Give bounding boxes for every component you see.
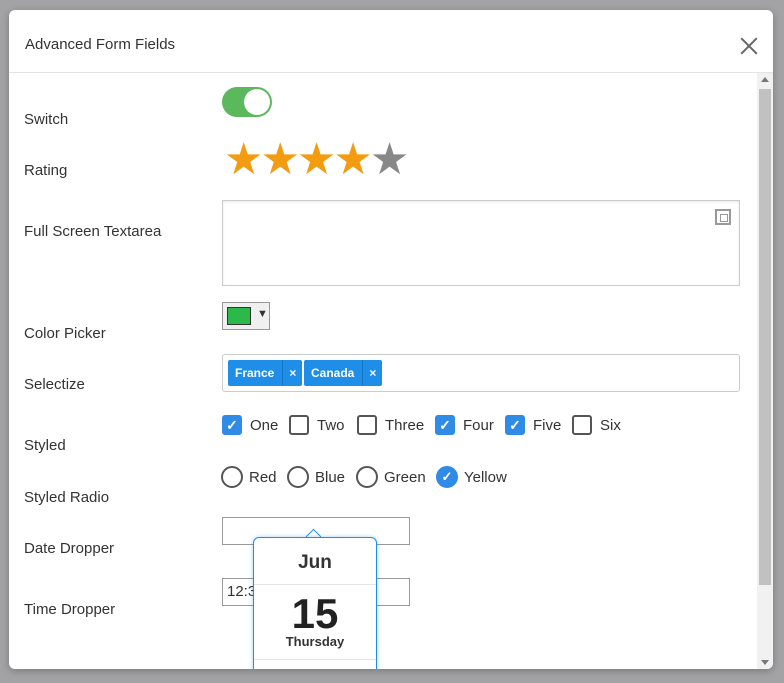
scroll-down-icon[interactable] [761, 660, 769, 665]
radio-label: Red [249, 468, 277, 486]
close-icon[interactable] [737, 34, 761, 58]
tag-label: France [235, 366, 275, 380]
radio-circle [287, 466, 309, 488]
switch-knob [244, 89, 270, 115]
scrollbar[interactable] [757, 73, 773, 669]
date-popup-weekday: Thursday [285, 634, 345, 649]
star-icon[interactable]: ★ [260, 135, 299, 184]
checkbox-label: One [250, 416, 279, 434]
scroll-up-icon[interactable] [761, 77, 769, 82]
star-icon[interactable]: ★ [333, 135, 372, 184]
star-icon[interactable]: ★ [297, 135, 336, 184]
fullscreen-icon[interactable] [715, 209, 731, 225]
checkbox-label: Five [533, 416, 562, 434]
star-rating[interactable]: ★★★★★ [224, 135, 409, 184]
checkbox-four[interactable]: ✓ Four [435, 415, 494, 435]
radio-yellow[interactable]: ✓ Yellow [436, 466, 507, 488]
checkbox-label: Two [317, 416, 345, 434]
checkbox-label: Six [600, 416, 621, 434]
radio-green[interactable]: Green [356, 466, 426, 488]
checkbox-label: Three [385, 416, 425, 434]
radio-circle: ✓ [436, 466, 458, 488]
rating-label: Rating [24, 162, 68, 179]
checkbox-three[interactable]: Three [357, 415, 424, 435]
radio-label: Blue [315, 468, 346, 486]
divider [254, 584, 376, 585]
radio-red[interactable]: Red [221, 466, 277, 488]
styled-label: Styled [24, 437, 66, 454]
date-popup-month[interactable]: Jun [254, 552, 376, 574]
checkbox-five[interactable]: ✓ Five [505, 415, 561, 435]
fullscreen-textarea[interactable] [222, 200, 740, 286]
checkbox-box [289, 415, 309, 435]
modal-title: Advanced Form Fields [25, 36, 176, 53]
remove-tag-icon[interactable]: × [362, 360, 382, 386]
tag-label: Canada [311, 366, 355, 380]
chevron-down-icon: ▼ [257, 308, 268, 320]
checkbox-box: ✓ [505, 415, 525, 435]
tag-chip[interactable]: France × [228, 360, 303, 386]
checkbox-box [357, 415, 377, 435]
scrollbar-thumb[interactable] [759, 89, 771, 585]
selectize-label: Selectize [24, 376, 85, 393]
date-picker-popup[interactable]: Jun 15 Thursday [253, 537, 377, 669]
checkbox-box [572, 415, 592, 435]
divider [254, 659, 376, 660]
radio-label: Green [384, 468, 426, 486]
checkbox-box: ✓ [222, 415, 242, 435]
radio-blue[interactable]: Blue [287, 466, 345, 488]
star-icon[interactable]: ★ [224, 135, 263, 184]
star-icon[interactable]: ★ [370, 135, 409, 184]
remove-tag-icon[interactable]: × [282, 360, 302, 386]
radio-circle [356, 466, 378, 488]
modal-dialog: Advanced Form Fields Switch Rating Full … [9, 10, 773, 669]
color-picker-label: Color Picker [24, 325, 106, 342]
switch-label: Switch [24, 111, 69, 128]
styled-radio-label: Styled Radio [24, 489, 110, 506]
checkbox-label: Four [463, 416, 494, 434]
textarea-label: Full Screen Textarea [24, 223, 162, 240]
date-popup-day[interactable]: 15 [254, 590, 376, 638]
color-picker-button[interactable]: ▼ [222, 302, 270, 330]
selectize-input[interactable]: France × Canada × [222, 354, 740, 392]
color-swatch [227, 307, 251, 325]
time-dropper-label: Time Dropper [24, 601, 116, 618]
date-dropper-label: Date Dropper [24, 540, 115, 557]
checkbox-two[interactable]: Two [289, 415, 345, 435]
tag-chip[interactable]: Canada × [304, 360, 383, 386]
radio-circle [221, 466, 243, 488]
checkbox-six[interactable]: Six [572, 415, 621, 435]
radio-label: Yellow [464, 468, 507, 486]
switch-toggle[interactable] [222, 87, 272, 117]
modal-header: Advanced Form Fields [9, 10, 773, 73]
checkbox-one[interactable]: ✓ One [222, 415, 278, 435]
checkbox-box: ✓ [435, 415, 455, 435]
